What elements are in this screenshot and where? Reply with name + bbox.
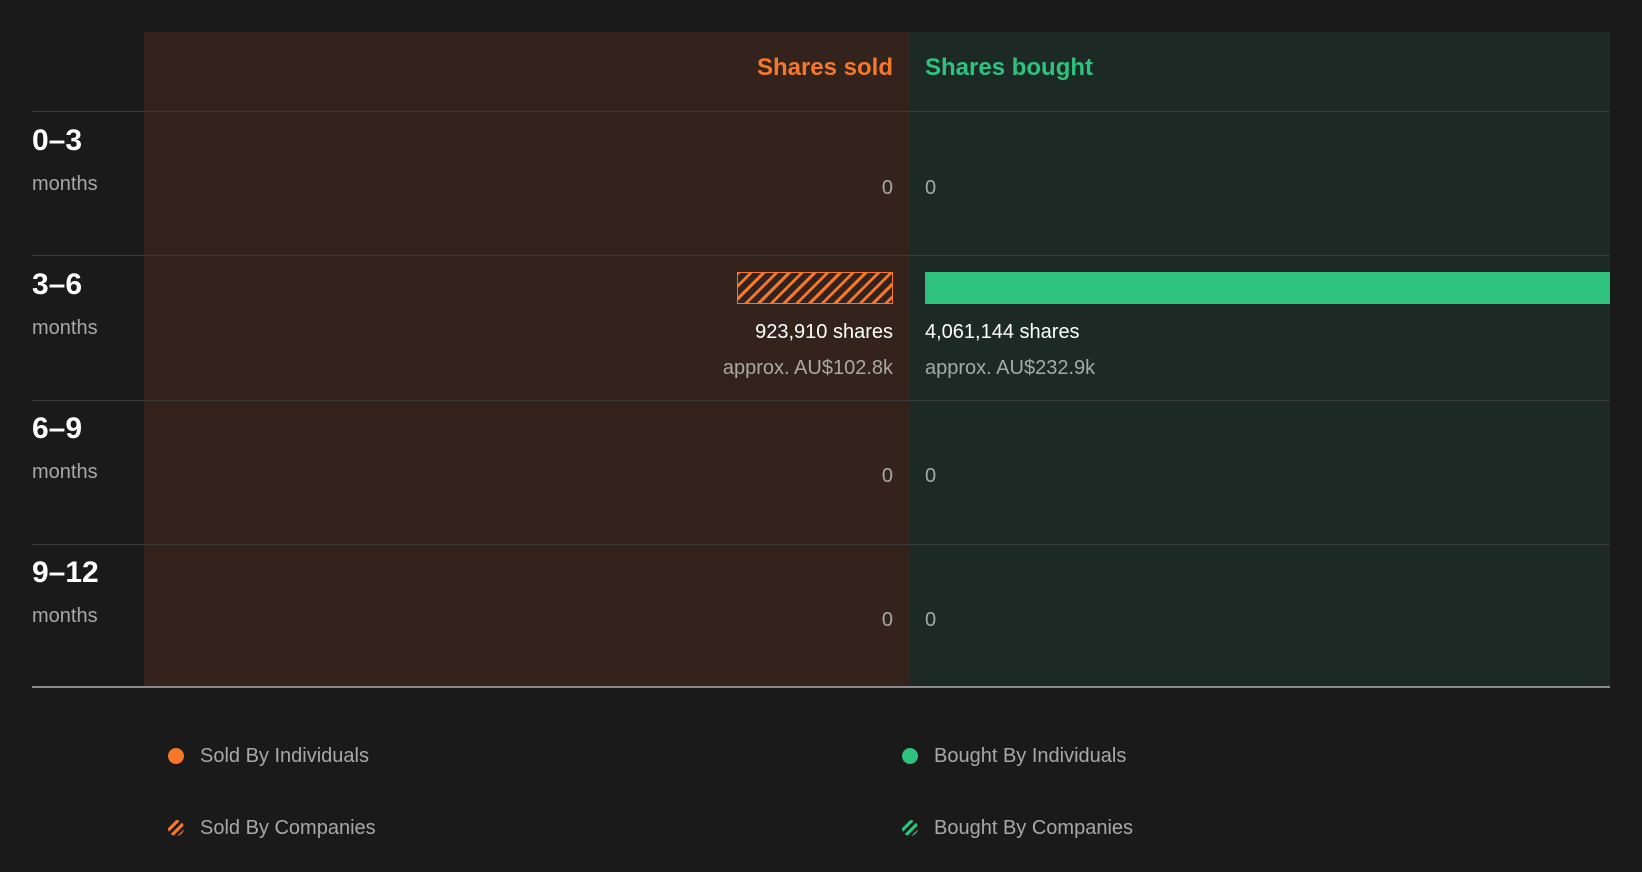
row-unit-label: months [32, 173, 98, 195]
shares-sold-header: Shares sold [756, 54, 893, 81]
row-unit-label: months [32, 317, 98, 339]
sold-value: 0 [881, 465, 893, 487]
row-range-label: 0–3 [32, 124, 83, 157]
sold-value: 0 [881, 177, 893, 199]
sold-value: 923,910 shares [755, 321, 893, 343]
chart-baseline [32, 686, 1610, 688]
solid-orange-dot-icon [168, 748, 184, 764]
bought-by-individuals-bar [925, 272, 1610, 304]
legend-sold-individuals: Sold By Individuals [168, 742, 369, 770]
bought-value: 0 [925, 609, 937, 631]
hatched-green-dot-icon [902, 820, 918, 836]
legend-label: Bought By Individuals [934, 745, 1127, 767]
solid-green-dot-icon [902, 748, 918, 764]
bought-value: 4,061,144 shares [925, 321, 1080, 343]
row-divider [32, 400, 1610, 401]
legend-bought-individuals: Bought By Individuals [902, 742, 1126, 770]
legend-label: Sold By Companies [200, 817, 376, 839]
row-range-label: 3–6 [32, 268, 83, 301]
legend-label: Bought By Companies [934, 817, 1134, 839]
legend-sold-companies: Sold By Companies [168, 814, 376, 842]
sold-value: 0 [881, 609, 893, 631]
row-unit-label: months [32, 605, 98, 627]
insider-trading-chart: Shares sold Shares bought 0–3 months 0 0… [0, 0, 1642, 872]
row-range-label: 6–9 [32, 412, 83, 445]
legend-bought-companies: Bought By Companies [902, 814, 1133, 842]
row-divider [32, 111, 1610, 112]
row-range-label: 9–12 [32, 556, 99, 589]
hatched-orange-dot-icon [168, 820, 184, 836]
shares-bought-header: Shares bought [925, 54, 1094, 81]
row-unit-label: months [32, 461, 98, 483]
bought-value: 0 [925, 177, 937, 199]
row-divider [32, 255, 1610, 256]
sold-by-companies-bar [737, 272, 893, 304]
bought-approx-value: approx. AU$232.9k [925, 357, 1096, 379]
bought-value: 0 [925, 465, 937, 487]
legend-label: Sold By Individuals [200, 745, 369, 767]
sold-approx-value: approx. AU$102.8k [722, 357, 893, 379]
row-divider [32, 544, 1610, 545]
